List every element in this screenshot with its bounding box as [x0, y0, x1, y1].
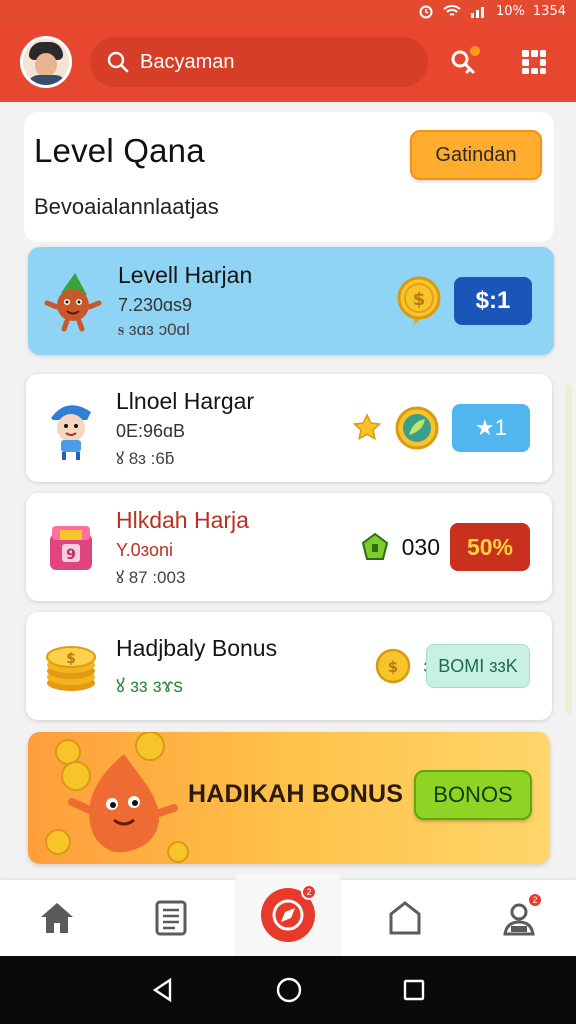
key-button[interactable]	[444, 42, 484, 82]
bookmark-icon	[389, 901, 421, 935]
coin-icon: $	[376, 648, 411, 684]
row-indicators: $	[396, 247, 442, 355]
list-item[interactable]: 9 Hlkdah Harja Y.0ɜoni ꙋ 87 :003 030 50%	[26, 493, 552, 601]
notification-badge: 2	[301, 884, 317, 900]
mascot-drop-icon	[45, 732, 189, 863]
row-meta: ꙋ 8ɜ :6ƃ	[116, 448, 175, 468]
nav-list[interactable]	[139, 886, 203, 950]
row-indicators	[352, 374, 440, 482]
compass-icon	[272, 899, 304, 931]
coin-stack-icon: $	[40, 631, 102, 701]
back-icon[interactable]	[150, 977, 176, 1003]
search-bar[interactable]	[90, 37, 428, 87]
bonus-pill[interactable]: BOMI ɜɜK	[426, 644, 530, 688]
page-subtitle: Bevoaialannlaatjas	[34, 194, 219, 219]
clock-text: 1354	[532, 3, 566, 19]
coin-icon: $	[397, 276, 441, 326]
app-header	[0, 22, 576, 102]
svg-text:$: $	[413, 289, 426, 310]
row-title: Hlkdah Harja	[116, 506, 249, 533]
row-meta: ꙋ ɜɜ ɜɤs	[116, 675, 183, 697]
row-subtitle: 7.230ɑs9	[118, 295, 193, 315]
search-input[interactable]	[140, 50, 400, 74]
search-icon	[107, 51, 129, 73]
row-indicators: 030	[360, 493, 440, 601]
notification-badge: 2	[527, 892, 543, 908]
bonus-banner[interactable]: HADIKAH BONUS BONOS	[28, 732, 550, 864]
nav-profile[interactable]: 2	[487, 886, 551, 950]
notification-dot	[470, 46, 480, 56]
star-icon	[352, 413, 382, 441]
home-icon	[41, 903, 73, 933]
svg-text:9: 9	[66, 547, 76, 563]
wifi-icon	[443, 5, 461, 16]
gatindan-button[interactable]: Gatindan	[410, 130, 542, 180]
avatar[interactable]	[20, 36, 72, 88]
list-item[interactable]: Levell Harjan 7.230ɑs9 ꭶ ɜɑɜ ɔ0ɑl $ $:1	[28, 247, 554, 355]
leaf-badge-icon	[395, 406, 439, 450]
bottom-nav: 2 2	[0, 874, 576, 956]
row-title: Hadjbaly Bonus	[116, 634, 278, 661]
nav-center[interactable]: 2	[235, 874, 341, 956]
row-title: Llnoel Hargar	[116, 387, 255, 414]
svg-text:$: $	[388, 658, 398, 676]
gift-box-icon: 9	[40, 512, 102, 582]
row-meta: ꭶ ɜɑɜ ɔ0ɑl	[118, 320, 190, 339]
level-header-card: Level Qana Bevoaialannlaatjas Gatindan	[24, 112, 554, 242]
system-nav-bar	[0, 956, 576, 1024]
discount-pill[interactable]: 50%	[450, 523, 530, 571]
bonus-button[interactable]: BONOS	[414, 770, 532, 820]
grid-icon	[522, 50, 546, 74]
row-subtitle: Y.0ɜoni	[116, 539, 173, 560]
svg-text:$: $	[66, 651, 76, 667]
value-pill[interactable]: ★1	[452, 404, 530, 452]
battery-text: 10%	[496, 3, 525, 19]
mascot-gnome-icon	[40, 393, 102, 463]
list-item[interactable]: $ Hadjbaly Bonus ꙋ ɜɜ ɜɤs $ ɜɜ BOMI ɜɜK	[26, 612, 552, 720]
row-subtitle: 0E:96ɑB	[116, 420, 186, 441]
nav-bookmark[interactable]	[373, 886, 437, 950]
alarm-icon	[419, 5, 433, 19]
row-meta: ꙋ 87 :003	[116, 567, 186, 587]
menu-grid-button[interactable]	[514, 42, 554, 82]
gem-icon	[361, 532, 388, 560]
recents-icon[interactable]	[402, 978, 426, 1002]
row-title: Levell Harjan	[118, 262, 253, 288]
mascot-elf-icon	[42, 266, 104, 336]
main-content: Level Qana Bevoaialannlaatjas Gatindan L…	[24, 112, 554, 864]
banner-title: HADIKAH BONUS	[188, 780, 404, 808]
row-count: 030	[401, 533, 440, 560]
list-icon	[155, 900, 187, 936]
scrollbar[interactable]	[566, 385, 572, 715]
nav-home[interactable]	[25, 886, 89, 950]
status-bar: 10% 1354	[0, 0, 576, 22]
value-pill[interactable]: $:1	[454, 277, 532, 325]
home-circle-icon[interactable]	[275, 976, 303, 1004]
signal-icon	[471, 7, 484, 18]
list-item[interactable]: Llnoel Hargar 0E:96ɑB ꙋ 8ɜ :6ƃ ★1	[26, 374, 552, 482]
